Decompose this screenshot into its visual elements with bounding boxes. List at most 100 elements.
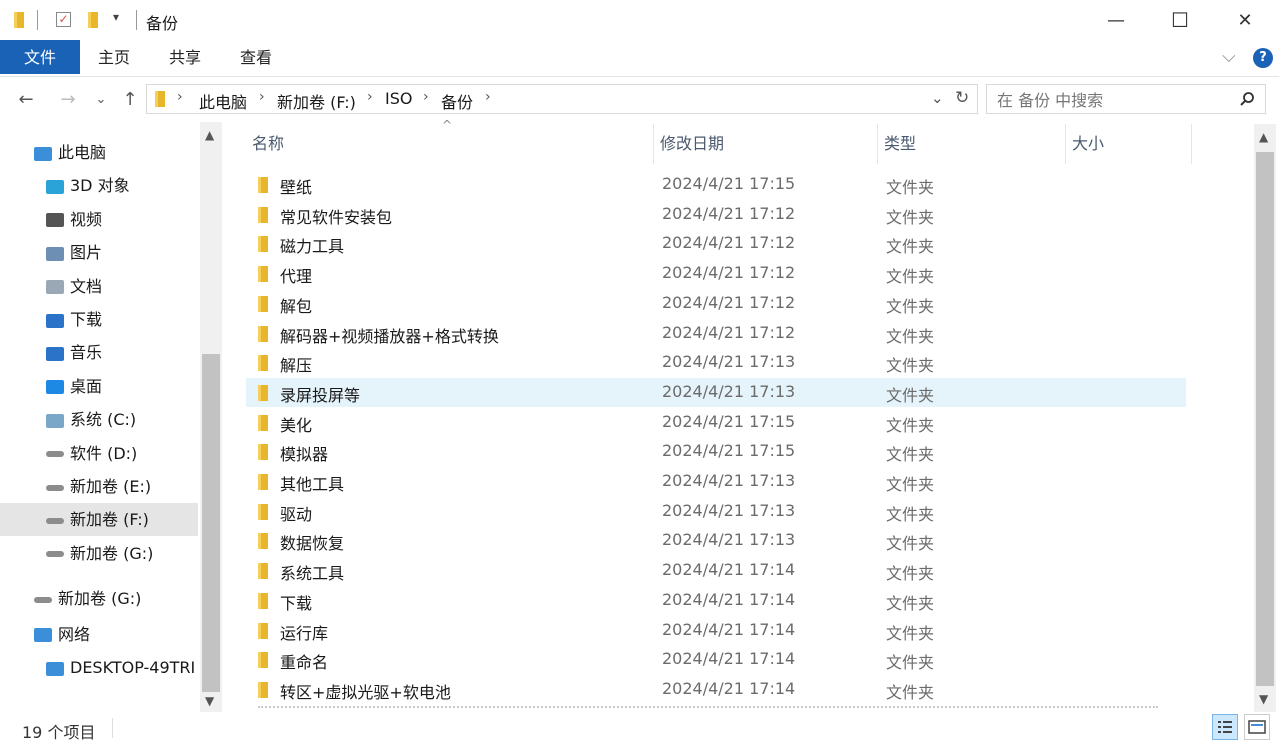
up-button[interactable]: ↑ bbox=[118, 88, 142, 112]
file-row[interactable]: 常见软件安装包 2024/4/21 17:12 文件夹 bbox=[246, 200, 1186, 230]
large-icons-view-button[interactable] bbox=[1244, 714, 1270, 740]
nav-scrollbar[interactable]: ▲ ▼ bbox=[200, 122, 222, 712]
quick-access-dropdown[interactable]: ▾ bbox=[113, 10, 119, 24]
scroll-up-arrow[interactable]: ▲ bbox=[205, 128, 214, 142]
nav-item[interactable]: DESKTOP-49TRI bbox=[0, 651, 198, 684]
scroll-down-arrow[interactable]: ▼ bbox=[205, 694, 214, 708]
column-date-modified[interactable]: 修改日期 bbox=[654, 124, 878, 164]
file-row[interactable]: 壁纸 2024/4/21 17:15 文件夹 bbox=[246, 170, 1186, 200]
music-icon bbox=[46, 346, 64, 361]
file-row[interactable]: 数据恢复 2024/4/21 17:13 文件夹 bbox=[246, 526, 1186, 556]
desktop-icon bbox=[46, 380, 64, 395]
new-folder-icon[interactable] bbox=[88, 12, 98, 28]
file-date: 2024/4/21 17:12 bbox=[662, 263, 796, 283]
maximize-button[interactable]: ☐ bbox=[1150, 0, 1210, 40]
forward-button[interactable]: → bbox=[56, 88, 80, 112]
divider bbox=[112, 718, 113, 738]
nav-item[interactable]: 文档 bbox=[0, 270, 198, 303]
nav-item[interactable]: 新加卷 (E:) bbox=[0, 470, 198, 503]
breadcrumb-drive-f[interactable]: 新加卷 (F:) bbox=[277, 89, 356, 113]
computer-icon bbox=[46, 661, 64, 676]
search-icon[interactable] bbox=[1239, 91, 1255, 107]
nav-item[interactable]: 此电脑 bbox=[0, 136, 198, 169]
nav-item[interactable]: 新加卷 (G:) bbox=[0, 582, 198, 615]
file-date: 2024/4/21 17:12 bbox=[662, 203, 796, 223]
file-row[interactable]: 其他工具 2024/4/21 17:13 文件夹 bbox=[246, 467, 1186, 497]
title-bar: ✓ ▾ 备份 — ☐ ✕ bbox=[0, 0, 1279, 40]
file-row[interactable]: 解包 2024/4/21 17:12 文件夹 bbox=[246, 289, 1186, 319]
breadcrumb-this-pc[interactable]: 此电脑 bbox=[199, 89, 247, 113]
file-name: 解码器+视频播放器+格式转换 bbox=[280, 326, 499, 346]
file-type: 文件夹 bbox=[886, 326, 935, 346]
file-row[interactable]: 运行库 2024/4/21 17:14 文件夹 bbox=[246, 616, 1186, 646]
ribbon-expand-button[interactable]: ⌵ bbox=[1222, 46, 1236, 67]
column-size[interactable]: 大小 bbox=[1066, 124, 1192, 164]
nav-item[interactable]: 视频 bbox=[0, 203, 198, 236]
nav-item-label: 桌面 bbox=[70, 376, 103, 396]
file-row[interactable]: 解压 2024/4/21 17:13 文件夹 bbox=[246, 348, 1186, 378]
nav-item[interactable]: 下载 bbox=[0, 303, 198, 336]
properties-icon[interactable]: ✓ bbox=[56, 12, 71, 27]
file-row[interactable]: 模拟器 2024/4/21 17:15 文件夹 bbox=[246, 437, 1186, 467]
breadcrumb-iso[interactable]: ISO bbox=[385, 89, 412, 108]
column-type[interactable]: 类型 bbox=[878, 124, 1066, 164]
pictures-icon bbox=[46, 246, 64, 261]
close-button[interactable]: ✕ bbox=[1215, 0, 1275, 40]
file-list-scrollbar[interactable]: ▲ ▼ bbox=[1254, 124, 1276, 712]
nav-item-label: 此电脑 bbox=[58, 143, 107, 162]
file-row[interactable]: 重命名 2024/4/21 17:14 文件夹 bbox=[246, 645, 1186, 675]
breadcrumb-separator[interactable]: › bbox=[177, 89, 183, 105]
tab-share[interactable]: 共享 bbox=[161, 40, 209, 74]
nav-item[interactable]: 新加卷 (G:) bbox=[0, 537, 198, 570]
search-input[interactable] bbox=[995, 88, 1229, 112]
tab-home[interactable]: 主页 bbox=[90, 40, 138, 74]
scroll-down-arrow[interactable]: ▼ bbox=[1259, 692, 1268, 706]
breadcrumb-separator[interactable]: › bbox=[259, 89, 265, 105]
breadcrumb-backup[interactable]: 备份 bbox=[441, 89, 473, 113]
file-type: 文件夹 bbox=[886, 564, 935, 584]
file-row[interactable]: 美化 2024/4/21 17:15 文件夹 bbox=[246, 408, 1186, 438]
file-type: 文件夹 bbox=[886, 385, 935, 405]
tab-file[interactable]: 文件 bbox=[0, 40, 80, 74]
address-dropdown-button[interactable]: ⌄ bbox=[931, 89, 944, 107]
breadcrumb-separator[interactable]: › bbox=[485, 89, 491, 105]
refresh-button[interactable]: ↻ bbox=[955, 88, 969, 108]
scroll-up-arrow[interactable]: ▲ bbox=[1259, 130, 1268, 144]
address-bar[interactable]: › 此电脑 › 新加卷 (F:) › ISO › 备份 › ⌄ ↻ bbox=[146, 84, 978, 114]
file-row[interactable]: 下载 2024/4/21 17:14 文件夹 bbox=[246, 586, 1186, 616]
folder-icon bbox=[258, 622, 268, 639]
nav-item[interactable]: 软件 (D:) bbox=[0, 437, 198, 470]
breadcrumb-separator[interactable]: › bbox=[367, 89, 373, 105]
scroll-thumb[interactable] bbox=[202, 354, 220, 692]
nav-item[interactable]: 网络 bbox=[0, 618, 198, 651]
nav-item[interactable]: 图片 bbox=[0, 236, 198, 269]
file-type: 文件夹 bbox=[886, 207, 935, 227]
nav-item[interactable]: 3D 对象 bbox=[0, 169, 198, 202]
file-row[interactable]: 录屏投屏等 2024/4/21 17:13 文件夹 bbox=[246, 377, 1186, 408]
nav-item[interactable]: 系统 (C:) bbox=[0, 403, 198, 436]
help-button[interactable]: ? bbox=[1253, 48, 1273, 68]
file-name: 转区+虚拟光驱+软电池 bbox=[280, 682, 451, 702]
search-box[interactable] bbox=[986, 84, 1266, 114]
file-row[interactable]: 驱动 2024/4/21 17:13 文件夹 bbox=[246, 497, 1186, 527]
file-row[interactable]: 系统工具 2024/4/21 17:14 文件夹 bbox=[246, 556, 1186, 586]
file-row[interactable]: 转区+虚拟光驱+软电池 2024/4/21 17:14 文件夹 bbox=[246, 675, 1186, 705]
minimize-button[interactable]: — bbox=[1086, 0, 1146, 40]
nav-item[interactable]: 桌面 bbox=[0, 370, 198, 403]
back-button[interactable]: ← bbox=[14, 88, 38, 112]
tab-view[interactable]: 查看 bbox=[232, 40, 280, 74]
file-name: 壁纸 bbox=[280, 178, 313, 197]
file-row[interactable]: 解码器+视频播放器+格式转换 2024/4/21 17:12 文件夹 bbox=[246, 319, 1186, 349]
nav-item[interactable]: 新加卷 (F:) bbox=[0, 503, 198, 537]
file-row[interactable]: 代理 2024/4/21 17:12 文件夹 bbox=[246, 259, 1186, 289]
file-date: 2024/4/21 17:14 bbox=[662, 560, 796, 580]
breadcrumb-separator[interactable]: › bbox=[423, 89, 429, 105]
file-name: 系统工具 bbox=[280, 564, 345, 584]
file-name: 重命名 bbox=[280, 653, 329, 673]
column-name[interactable]: 名称 bbox=[246, 124, 654, 164]
nav-item[interactable]: 音乐 bbox=[0, 336, 198, 369]
scroll-thumb[interactable] bbox=[1256, 152, 1274, 686]
details-view-button[interactable] bbox=[1212, 714, 1238, 740]
recent-locations-button[interactable]: ⌄ bbox=[92, 88, 110, 112]
file-row[interactable]: 磁力工具 2024/4/21 17:12 文件夹 bbox=[246, 229, 1186, 259]
